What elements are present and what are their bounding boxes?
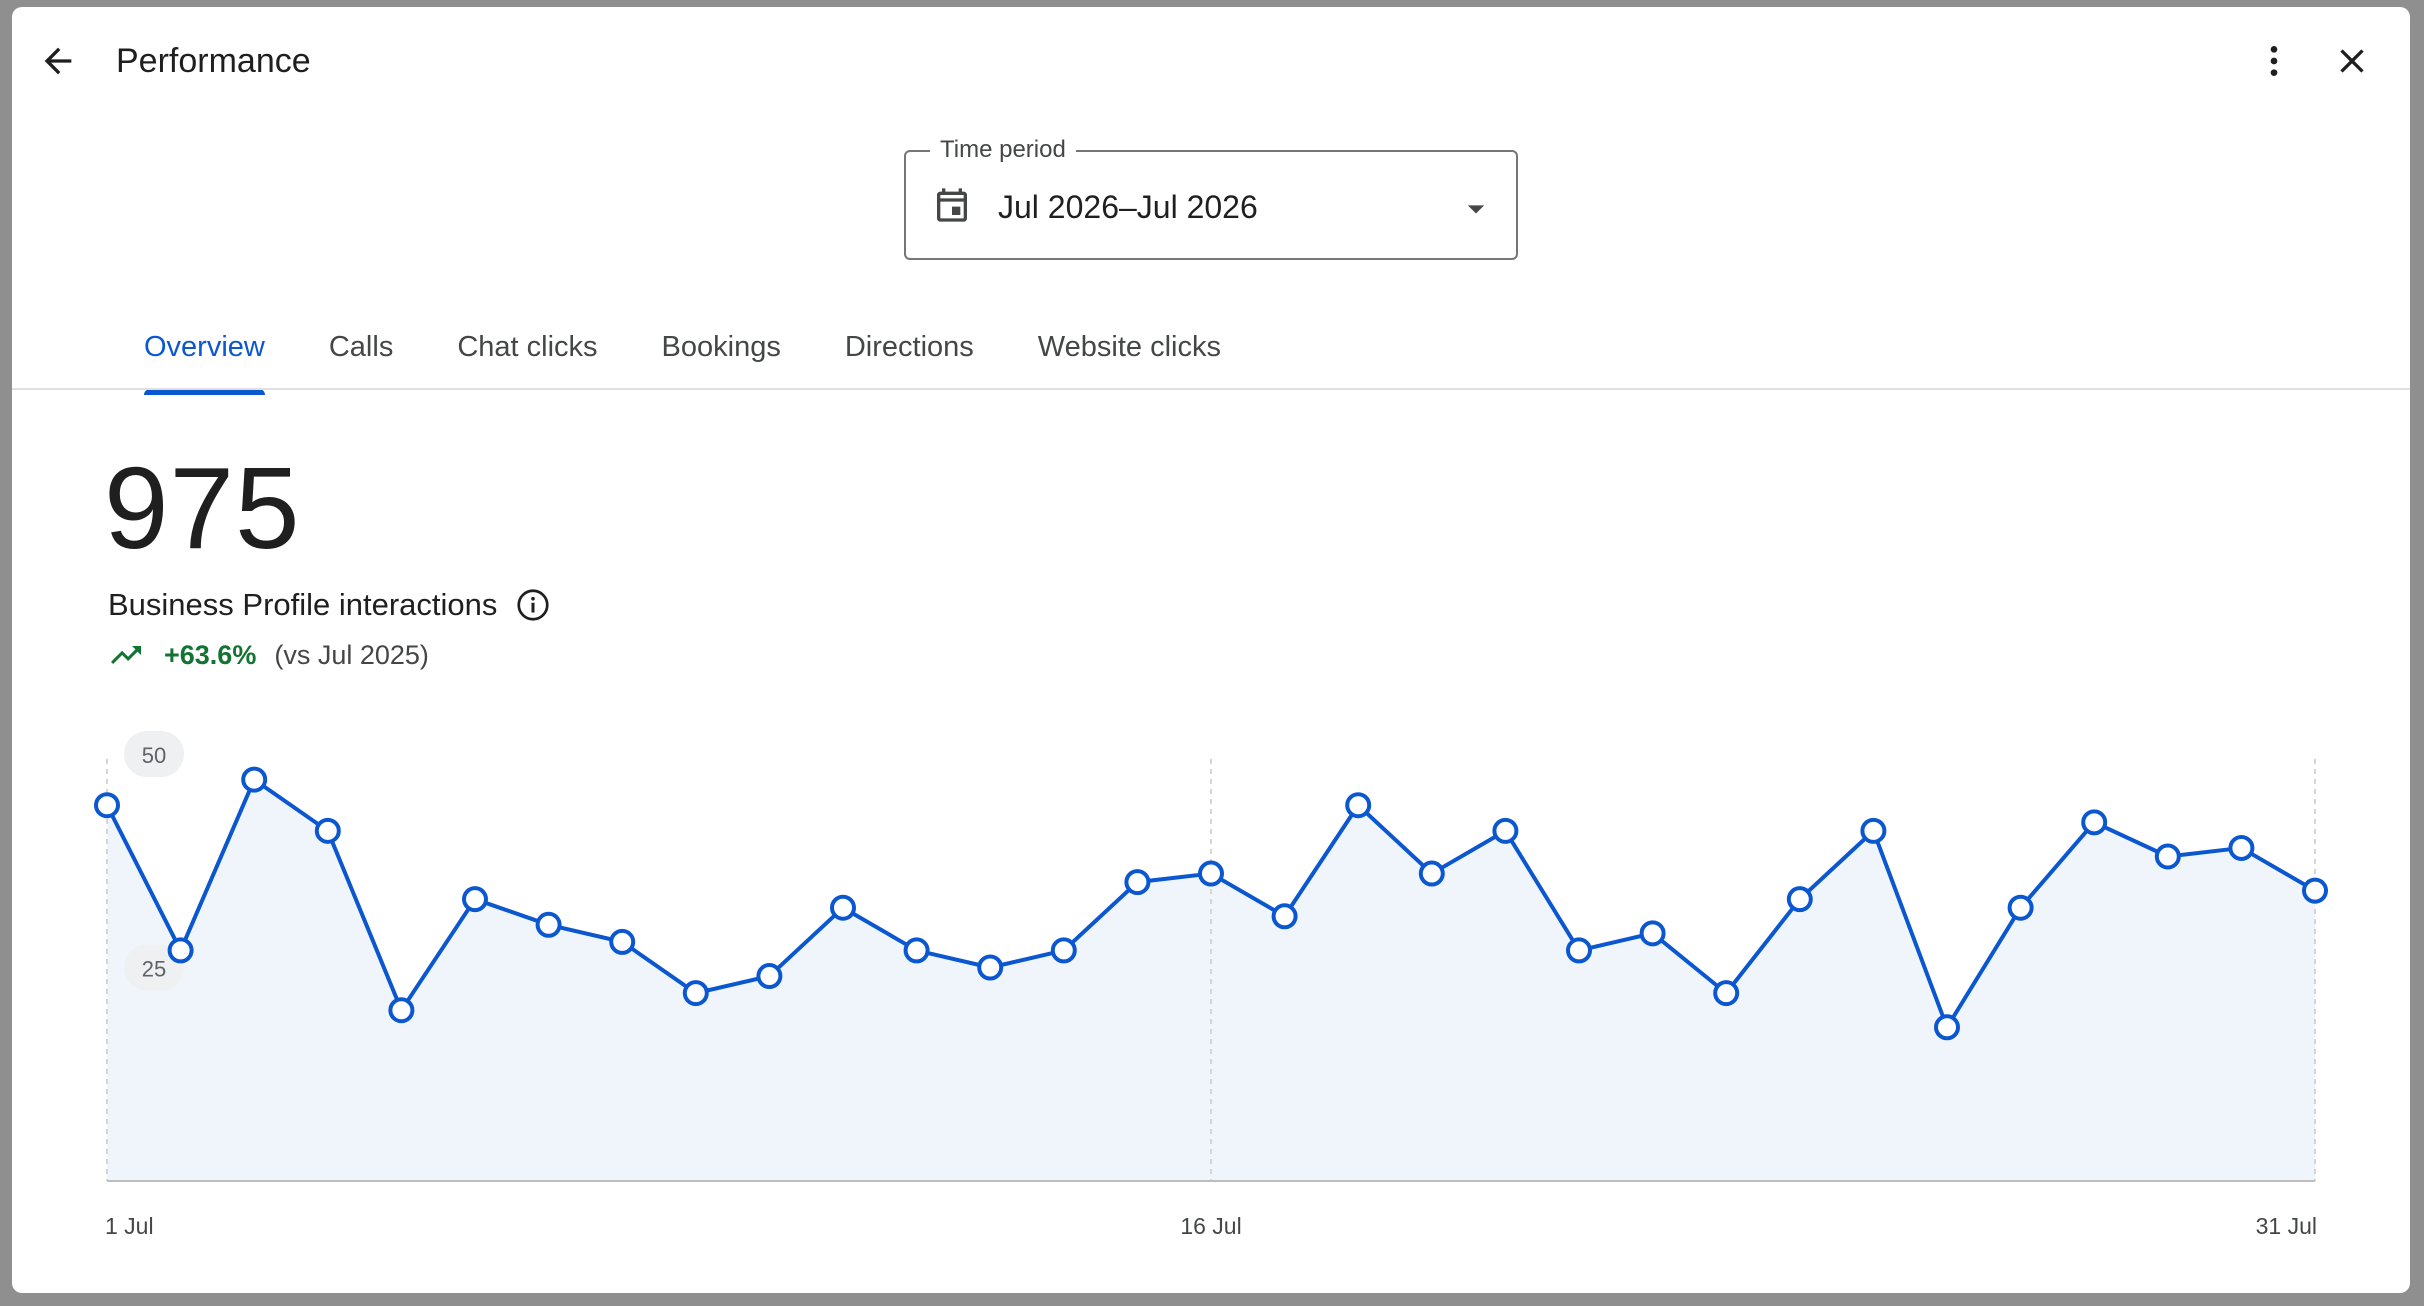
chart-point [977,954,1004,981]
chart-point [2007,894,2034,921]
interactions-line-chart: 50 25 1 Jul 16 Jul 31 Jul [94,731,2328,1239]
page-title: Performance [116,42,311,80]
tab-directions[interactable]: Directions [813,307,1006,397]
chart-point [2302,877,2328,904]
y-tick-label: 25 [142,957,166,982]
tab-overview[interactable]: Overview [112,307,297,397]
chart-point [2228,834,2255,861]
chart-point [1124,869,1151,896]
time-period-label: Time period [930,136,1076,164]
chart-point [2081,809,2108,836]
chart-point [241,766,268,793]
tab-label: Bookings [661,331,781,363]
tab-website-clicks[interactable]: Website clicks [1006,307,1253,397]
interactions-total: 975 [104,443,301,573]
dropdown-arrow-icon [1467,205,1485,214]
chart-point [1639,920,1666,947]
tab-label: Calls [328,331,394,363]
tab-bar: Overview Calls Chat clicks Bookings Dire… [112,307,1253,397]
chart-point [609,928,636,955]
tab-label: Website clicks [1037,331,1221,363]
time-period-select[interactable]: Time period Jul 2026–Jul 2026 [904,136,1518,260]
tab-divider [12,388,2410,390]
close-icon [2340,49,2364,73]
chart-point [830,894,856,921]
dialog-header: Performance [12,7,2410,117]
chart-point [682,980,709,1007]
chart-point [462,886,488,913]
time-period-value: Jul 2026–Jul 2026 [998,189,1258,225]
x-tick-label: 16 Jul [1180,1213,1241,1239]
arrow-back-icon [44,47,72,75]
chart-point [1345,792,1372,819]
change-row: +63.6% (vs Jul 2025) [108,637,429,673]
tab-calls[interactable]: Calls [297,307,425,397]
chart-point [535,911,562,938]
change-percent: +63.6% [164,640,257,670]
chart-point [1198,860,1224,887]
close-button[interactable] [2320,29,2384,93]
tab-label: Overview [144,331,265,363]
chart-point [1418,860,1445,887]
performance-dialog: Performance Time period Jul 2026–Jul 202… [12,7,2410,1293]
more-vert-icon [2270,46,2278,76]
calendar-icon [937,188,967,222]
chart-point [94,792,120,819]
y-tick-label: 50 [142,743,166,768]
chart-point [1934,1014,1960,1041]
tab-chat-clicks[interactable]: Chat clicks [425,307,629,397]
chart-point [1271,903,1298,930]
chart-point [2154,843,2181,870]
chart-point [1786,886,1813,913]
chart-point [1566,937,1592,964]
chart-point [903,937,930,964]
metric-label: Business Profile interactions [108,587,498,622]
tab-label: Chat clicks [457,331,598,363]
chart-point [1713,980,1740,1007]
chart-point [756,963,783,990]
comparison-text: (vs Jul 2025) [274,640,429,670]
chart-point [167,937,194,964]
x-tick-label: 31 Jul [2256,1213,2317,1239]
chart-point [1050,937,1077,964]
chart-point [1860,817,1887,844]
chart-point [1492,817,1519,844]
back-button[interactable] [26,29,90,93]
chart-point [388,997,415,1024]
tab-bookings[interactable]: Bookings [630,307,813,397]
x-tick-label: 1 Jul [105,1213,154,1239]
chart-point [314,817,341,844]
metric-label-row: Business Profile interactions [108,585,551,625]
info-icon[interactable] [515,587,551,623]
more-options-button[interactable] [2242,29,2306,93]
trending-up-icon [108,637,144,673]
tab-label: Directions [844,331,974,363]
